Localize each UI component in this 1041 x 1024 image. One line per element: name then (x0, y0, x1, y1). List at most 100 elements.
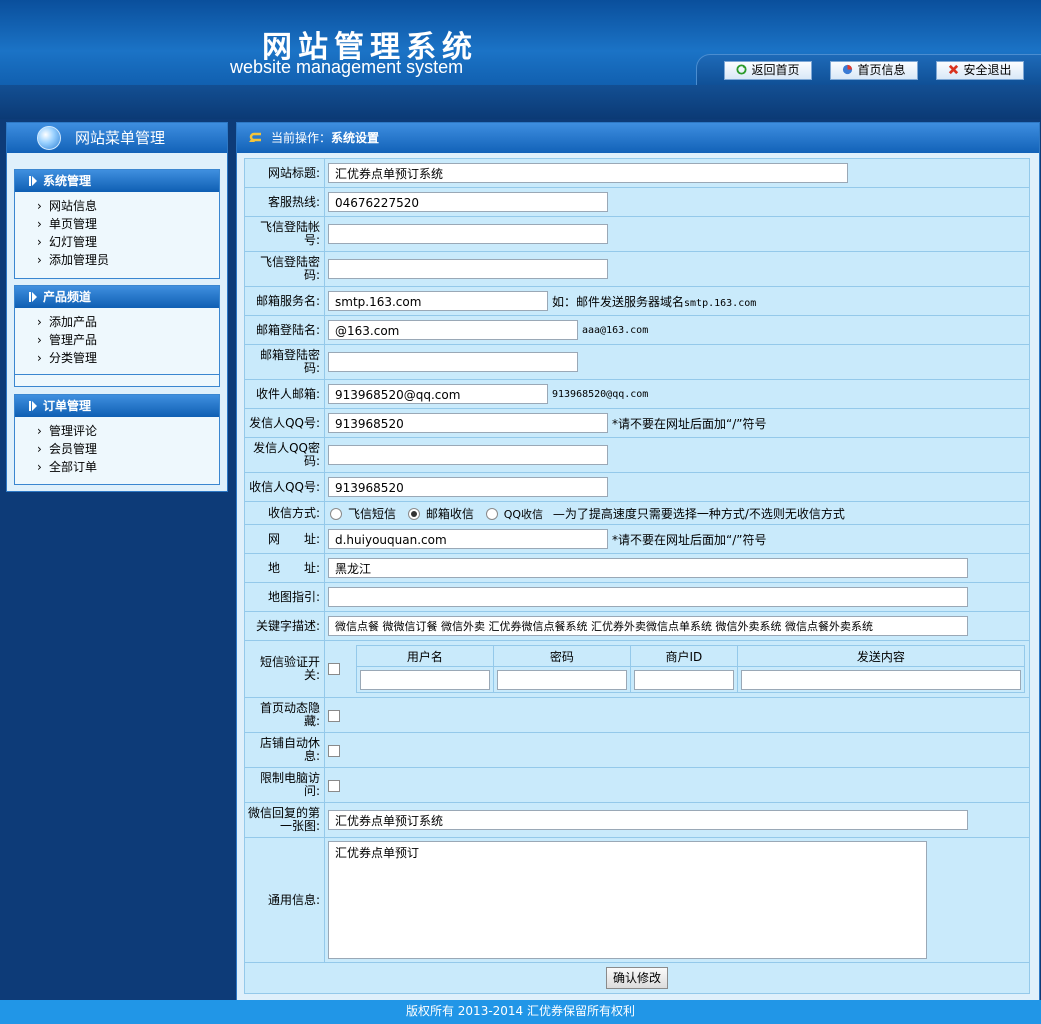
confirm-button[interactable]: 确认修改 (605, 967, 668, 989)
settings-form: 网站标题: 汇优券点单预订系统 客服热线: 04676227520 飞信登陆帐号… (244, 158, 1030, 994)
field-label: 短信验证开关: (244, 640, 325, 698)
field-label: 限制电脑访问: (244, 767, 325, 803)
address-input[interactable]: 黑龙江 (328, 558, 968, 578)
sidebar-item-site-info[interactable]: 网站信息 (15, 197, 219, 215)
sidebar-header: 网站菜单管理 (7, 123, 227, 153)
sender-qq-input[interactable]: 913968520 (328, 413, 608, 433)
sidebar-title: 网站菜单管理 (75, 129, 166, 147)
sender-qq-password-input[interactable] (328, 445, 608, 465)
mail-login-input[interactable]: @163.com (328, 320, 578, 340)
sidebar-item-slide-manage[interactable]: 幻灯管理 (15, 233, 219, 251)
field-label: 微信回复的第一张图: (244, 802, 325, 838)
keywords-input[interactable]: 微信点餐 微微信订餐 微信外卖 汇优券微信点餐系统 汇优券外卖微信点单系统 微信… (328, 616, 968, 636)
radio-fetion-sms[interactable] (330, 508, 342, 520)
field-label: 邮箱服务名: (244, 286, 325, 316)
menu-group-title[interactable]: 系统管理 (15, 170, 219, 192)
sidebar-item-category-manage[interactable]: 分类管理 (15, 349, 219, 367)
receiver-mail-input[interactable]: 913968520@qq.com (328, 384, 548, 404)
radio-qq[interactable] (485, 508, 498, 520)
mail-password-input[interactable] (328, 352, 578, 372)
top-nav: 返回首页 首页信息 安全退出 (696, 54, 1041, 87)
field-label: 地图指引: (244, 582, 325, 612)
shop-rest-checkbox[interactable] (328, 744, 340, 757)
menu-group-title[interactable]: 产品频道 (15, 286, 219, 308)
close-icon (949, 64, 959, 75)
column-header: 商户ID (629, 645, 738, 667)
field-label: 店铺自动休息: (244, 732, 325, 768)
sidebar-item-add-admin[interactable]: 添加管理员 (15, 251, 219, 269)
limit-pc-checkbox[interactable] (328, 779, 340, 792)
radio-mail[interactable] (407, 508, 420, 520)
field-label: 首页动态隐藏: (244, 697, 325, 733)
sms-content-input[interactable] (740, 669, 1021, 690)
current-op-value: 系统设置 (331, 131, 380, 145)
divider (15, 374, 219, 375)
header-subbar (0, 85, 1041, 119)
header: 网站管理系统 website management system 返回首页 首页… (0, 0, 1041, 87)
sms-config-table: 用户名 密码 商户ID 发送内容 (355, 645, 1025, 693)
sidebar-item-page-manage[interactable]: 单页管理 (15, 215, 219, 233)
field-label: 邮箱登陆名: (244, 315, 325, 345)
arrow-right-icon (29, 401, 37, 411)
url-note: *请不要在网址后面加“/”符号 (612, 532, 767, 547)
logo-title-en: website management system (230, 57, 464, 77)
field-label: 飞信登陆帐号: (244, 216, 325, 252)
radio-label: 飞信短信 (348, 506, 397, 521)
field-label: 客服热线: (244, 187, 325, 217)
field-label: 通用信息: (244, 837, 325, 963)
home-info-button[interactable]: 首页信息 (830, 61, 918, 80)
hotline-input[interactable]: 04676227520 (328, 192, 608, 212)
field-label: 收件人邮箱: (244, 379, 325, 409)
sidebar-item-add-product[interactable]: 添加产品 (15, 313, 219, 331)
field-label: 网站标题: (244, 158, 325, 188)
url-input[interactable]: d.huiyouquan.com (328, 529, 608, 549)
refresh-icon (736, 64, 748, 75)
sms-merchant-id-input[interactable] (633, 669, 734, 690)
footer: 版权所有 2013-2014 汇优券保留所有权利 (0, 1000, 1041, 1024)
field-label: 收信人QQ号: (244, 472, 325, 502)
menu-group-orders: 订单管理 管理评论 会员管理 全部订单 (14, 394, 220, 485)
main-header: 当前操作：系统设置 (237, 123, 1039, 153)
field-label: 发信人QQ密码: (244, 437, 325, 473)
radio-label: QQ收信 (503, 507, 544, 521)
column-header: 密码 (492, 645, 631, 667)
sender-qq-note: *请不要在网址后面加“/”符号 (612, 416, 767, 431)
wechat-first-image-input[interactable]: 汇优券点单预订系统 (328, 810, 968, 830)
home-hide-checkbox[interactable] (328, 709, 340, 722)
receiver-mail-note: 913968520@qq.com (552, 388, 649, 400)
sidebar-item-manage-product[interactable]: 管理产品 (15, 331, 219, 349)
field-label: 地 址: (244, 553, 325, 583)
site-title-input[interactable]: 汇优券点单预订系统 (328, 163, 848, 183)
field-label: 发信人QQ号: (244, 408, 325, 438)
sidebar: 网站菜单管理 系统管理 网站信息 单页管理 幻灯管理 添加管理员 产品频道 添加… (6, 122, 228, 492)
sidebar-item-comments[interactable]: 管理评论 (15, 422, 219, 440)
menu-group-products: 产品频道 添加产品 管理产品 分类管理 (14, 285, 220, 387)
column-header: 发送内容 (736, 645, 1025, 667)
field-label: 飞信登陆密码: (244, 251, 325, 287)
sidebar-item-members[interactable]: 会员管理 (15, 440, 219, 458)
sms-username-input[interactable] (359, 669, 490, 690)
mail-login-note: aaa@163.com (582, 324, 649, 336)
menu-group-title[interactable]: 订单管理 (15, 395, 219, 417)
mail-server-input[interactable]: smtp.163.com (328, 291, 548, 311)
sms-switch-checkbox[interactable] (328, 663, 340, 675)
fetion-account-input[interactable] (328, 224, 608, 244)
map-input[interactable] (328, 587, 968, 607)
logout-button[interactable]: 安全退出 (936, 61, 1024, 80)
mail-server-note: 如：邮件发送服务器域名smtp.163.com (552, 294, 757, 309)
sms-password-input[interactable] (496, 669, 627, 690)
globe-icon (37, 126, 61, 150)
sidebar-item-all-orders[interactable]: 全部订单 (15, 458, 219, 476)
receive-mode-note: —为了提高速度只需要选择一种方式/不选则无收信方式 (552, 506, 845, 521)
field-label: 邮箱登陆密码: (244, 344, 325, 380)
field-label: 关键字描述: (244, 611, 325, 641)
column-header: 用户名 (355, 645, 494, 667)
arrow-right-icon (29, 292, 37, 302)
current-op-label: 当前操作： (271, 131, 332, 145)
receiver-qq-input[interactable]: 913968520 (328, 477, 608, 497)
home-button[interactable]: 返回首页 (724, 61, 812, 80)
main-panel: 当前操作：系统设置 网站标题: 汇优券点单预订系统 客服热线: 04676227… (236, 122, 1040, 1001)
pie-chart-icon (843, 64, 853, 75)
fetion-password-input[interactable] (328, 259, 608, 279)
general-info-textarea[interactable]: 汇优券点单预订 (328, 841, 927, 959)
